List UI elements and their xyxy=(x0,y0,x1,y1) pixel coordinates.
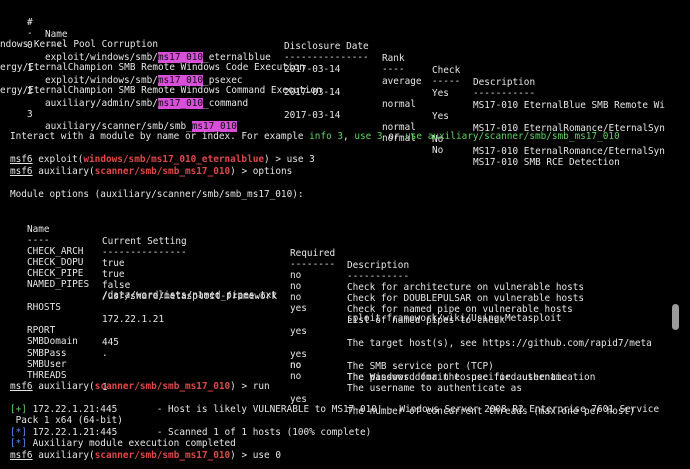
option-row-wrap: sploit-framework/wiki/Using-Metasploit xyxy=(0,301,561,324)
prompt-module: scanner/smb/smb_ms17_010 xyxy=(94,381,231,392)
scrollbar-thumb[interactable] xyxy=(672,304,679,330)
rank: normal xyxy=(382,99,416,110)
prompt-context: auxiliary( xyxy=(38,166,95,177)
hint-text: , xyxy=(343,131,355,142)
prompt-name: msf6 xyxy=(10,166,33,177)
prompt-module: scanner/smb/smb_ms17_010 xyxy=(94,166,231,177)
success-tag: [+] xyxy=(10,404,27,415)
prompt-context: exploit( xyxy=(38,154,84,165)
prompt-command: > run xyxy=(235,381,270,392)
terminal-window[interactable]: # Name Disclosure Date Rank Check Descri… xyxy=(0,0,690,469)
prompt-command: > use 0 xyxy=(235,450,281,461)
output-text: Pack 1 x64 (64-bit) xyxy=(10,415,123,426)
module-suffix: _command xyxy=(203,98,249,109)
prompt-name: msf6 xyxy=(10,450,33,461)
prompt-name: msf6 xyxy=(10,381,33,392)
option-setting: /data/wordlists/named_pipes.txt xyxy=(102,290,277,301)
hint-example: use 3 xyxy=(354,131,383,142)
option-setting: . xyxy=(102,348,108,359)
options-title: Module options (auxiliary/scanner/smb/sm… xyxy=(10,189,304,200)
option-row: SMBDomain . no The Windows domain to use… xyxy=(0,324,595,383)
info-tag: [*] xyxy=(10,438,27,449)
output-text: 172.22.1.21:445 - Scanned 1 of 1 hosts (… xyxy=(26,427,372,438)
search-underline-row: - ---- --------------- ---- ----- ------… xyxy=(0,16,535,99)
rank: average xyxy=(382,76,422,87)
option-description: sploit-framework/wiki/Using-Metasploit xyxy=(347,313,562,324)
row-index: 3 xyxy=(27,109,33,120)
command-prompt: msf6 auxiliary(scanner/smb/smb_ms17_010)… xyxy=(10,381,270,393)
check: No xyxy=(432,145,444,156)
output-text: Auxiliary module execution completed xyxy=(26,438,236,449)
underline: ---- xyxy=(382,64,405,75)
option-required: yes xyxy=(290,326,307,337)
search-result-row[interactable]: 3 auxiliary/scanner/smb/smb_ms17_010 nor… xyxy=(0,97,620,168)
description-wrap: ergy/EternalChampion SMB Remote Windows … xyxy=(0,85,322,96)
prompt-command: > options xyxy=(235,166,293,177)
description: MS17-010 EternalBlue SMB Remote Wi xyxy=(473,100,665,111)
underline: ----------- xyxy=(473,88,536,99)
hint-text: Interact with a module by name or index.… xyxy=(10,131,310,142)
hint-example: use auxiliary/scanner/smb/smb_ms17_010 xyxy=(405,131,620,142)
output-text: 172.22.1.21:445 - Host is likely VULNERA… xyxy=(26,404,660,415)
module-name[interactable]: auxiliary/admin/smb/ms17_010_command xyxy=(45,98,248,110)
description-wrap: ergy/EternalChampion SMB Remote Windows … xyxy=(0,62,305,73)
option-required: no xyxy=(290,371,302,382)
module-path: auxiliary/admin/smb/ xyxy=(45,98,158,109)
hint-example: info 3 xyxy=(309,131,344,142)
option-row: THREADS 1 yes The number of concurrent t… xyxy=(0,358,635,417)
option-row-wrap: /data/wordlists/named_pipes.txt xyxy=(0,278,277,301)
option-description: The username to authenticate as xyxy=(347,383,522,394)
prompt-module: scanner/smb/smb_ms17_010 xyxy=(94,450,231,461)
disclosure-date: 2017-03-14 xyxy=(284,110,341,121)
prompt-name: msf6 xyxy=(10,154,33,165)
prompt-module: windows/smb/ms17_010_eternalblue xyxy=(83,154,265,165)
run-output-line: [*] Auxiliary module execution completed xyxy=(10,438,236,450)
check: Yes xyxy=(432,111,449,122)
option-name: NAMED_PIPES xyxy=(27,279,90,290)
underline: ----- xyxy=(432,76,461,87)
command-prompt: msf6 auxiliary(scanner/smb/smb_ms17_010)… xyxy=(10,166,292,178)
prompt-context: auxiliary( xyxy=(38,381,95,392)
prompt-command: > use 3 xyxy=(269,154,315,165)
description: MS17-010 SMB RCE Detection xyxy=(473,157,620,168)
description-wrap: ndows Kernel Pool Corruption xyxy=(0,39,159,50)
option-required: yes xyxy=(290,303,307,314)
option-setting: 172.22.1.21 xyxy=(102,314,165,325)
option-description: The target host(s), see https://github.c… xyxy=(347,338,652,349)
option-name: RHOSTS xyxy=(27,302,61,313)
hint-text: or xyxy=(382,131,406,142)
check: Yes xyxy=(432,88,449,99)
search-highlight: ms17_010 xyxy=(157,98,204,109)
command-prompt: msf6 exploit(windows/smb/ms17_010_eterna… xyxy=(10,154,315,166)
command-prompt[interactable]: msf6 auxiliary(scanner/smb/smb_ms17_010)… xyxy=(10,450,281,462)
prompt-context: auxiliary( xyxy=(38,450,95,461)
info-tag: [*] xyxy=(10,427,27,438)
option-name: SMBDomain xyxy=(27,336,78,347)
interact-hint: Interact with a module by name or index.… xyxy=(10,131,620,143)
